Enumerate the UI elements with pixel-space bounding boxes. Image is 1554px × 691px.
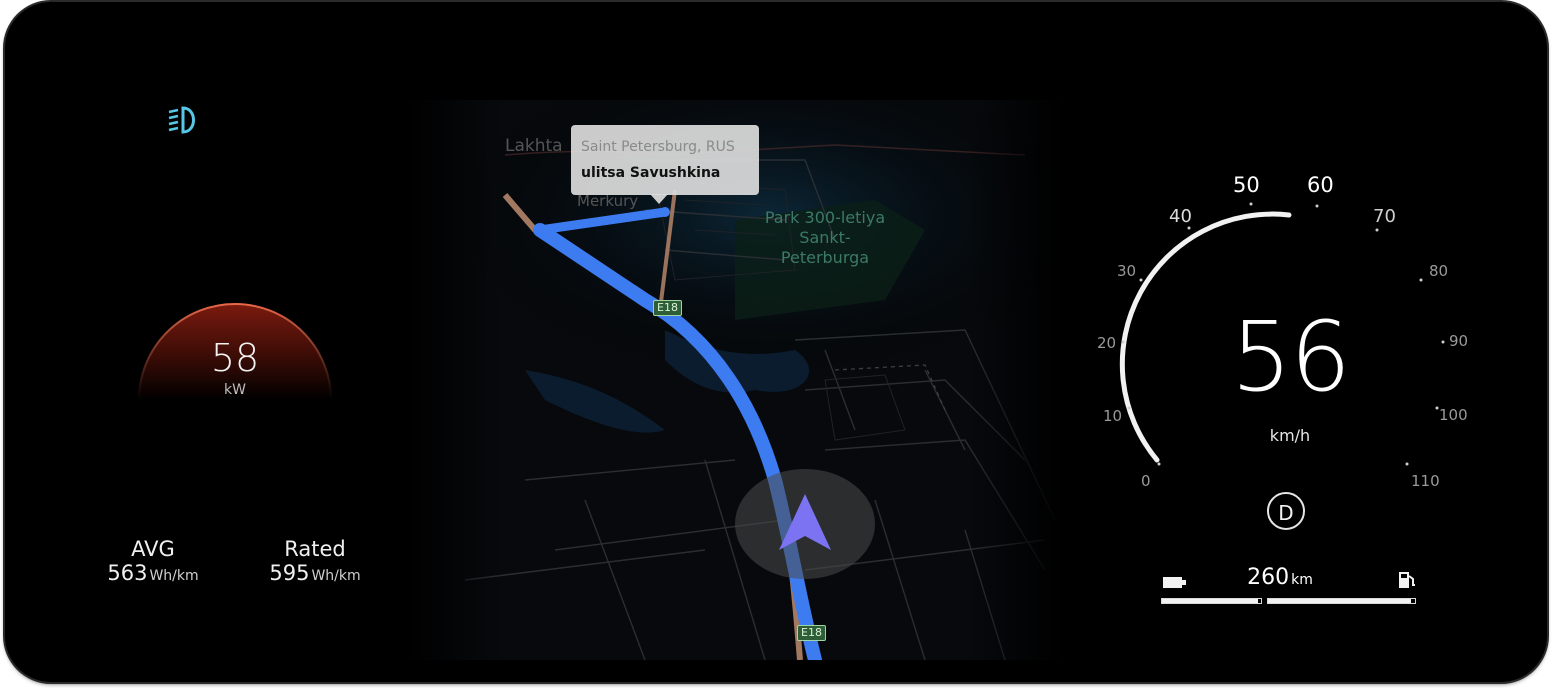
tick-dot-90 — [1441, 340, 1445, 344]
location-tooltip[interactable] — [571, 125, 759, 195]
battery-icon — [1163, 577, 1186, 588]
tick-dot-20 — [1121, 340, 1125, 344]
power-unit: kW — [224, 382, 246, 398]
rated-unit: Wh/km — [311, 568, 361, 584]
map-label-lakhta: Lakhta — [505, 136, 563, 156]
tick-20: 20 — [1097, 334, 1116, 352]
power-value: 58 — [210, 336, 260, 380]
tick-dot-70 — [1375, 228, 1379, 232]
fuel-pump-icon — [1399, 572, 1415, 588]
range-unit: km — [1291, 572, 1313, 588]
tick-dot-30 — [1139, 278, 1143, 282]
fuel-level-bar — [1267, 598, 1416, 604]
rated-consumption: Rated 595 Wh/km — [253, 537, 377, 588]
park-label-line-1: Park 300-letiya — [764, 208, 886, 227]
speed-value: 56 — [1230, 301, 1351, 413]
tick-80: 80 — [1429, 262, 1448, 280]
tick-dot-10 — [1127, 406, 1131, 410]
range-readout: 260 km — [1220, 565, 1340, 590]
map-label-park: Park 300-letiya Sankt- Peterburga — [750, 208, 900, 268]
range-value: 260 — [1247, 565, 1290, 590]
tick-dot-80 — [1419, 278, 1423, 282]
tick-dot-110 — [1405, 462, 1409, 466]
tooltip-street: ulitsa Savushkina — [581, 165, 721, 181]
tick-10: 10 — [1103, 407, 1122, 425]
park-label-line-2: Sankt- — [799, 228, 851, 247]
road-shield-e18-bottom: E18 — [797, 625, 826, 641]
tick-50: 50 — [1233, 173, 1260, 197]
low-beam-headlight-icon — [168, 106, 195, 134]
fuel-level-fill — [1268, 599, 1411, 603]
tick-dot-60 — [1315, 204, 1319, 208]
park-label-line-3: Peterburga — [780, 248, 870, 267]
gear-indicator: D — [1267, 492, 1305, 530]
tick-100: 100 — [1439, 406, 1468, 424]
rated-label: Rated — [284, 537, 346, 561]
tick-0: 0 — [1141, 472, 1151, 490]
avg-unit: Wh/km — [149, 568, 199, 584]
road-shield-e18: E18 — [653, 300, 682, 316]
avg-consumption: AVG 563 Wh/km — [91, 537, 215, 588]
tick-70: 70 — [1373, 206, 1396, 227]
rated-value: 595 — [269, 561, 310, 585]
instrument-cluster: 58 kW AVG 563 Wh/km Rated 595 Wh/km Lakh… — [5, 2, 1547, 682]
tick-60: 60 — [1307, 173, 1334, 197]
tick-dot-0 — [1157, 462, 1161, 466]
avg-value: 563 — [107, 561, 148, 585]
tick-90: 90 — [1449, 332, 1468, 350]
battery-level-bar — [1161, 598, 1262, 604]
tick-110: 110 — [1411, 472, 1440, 490]
avg-label: AVG — [131, 537, 175, 561]
tick-40: 40 — [1169, 206, 1192, 227]
tooltip-pointer — [650, 194, 668, 204]
tooltip-city: Saint Petersburg, RUS — [581, 139, 735, 155]
tick-dot-50 — [1249, 202, 1253, 206]
tick-30: 30 — [1117, 262, 1136, 280]
speed-unit: km/h — [1269, 426, 1311, 445]
battery-level-fill — [1162, 599, 1259, 603]
